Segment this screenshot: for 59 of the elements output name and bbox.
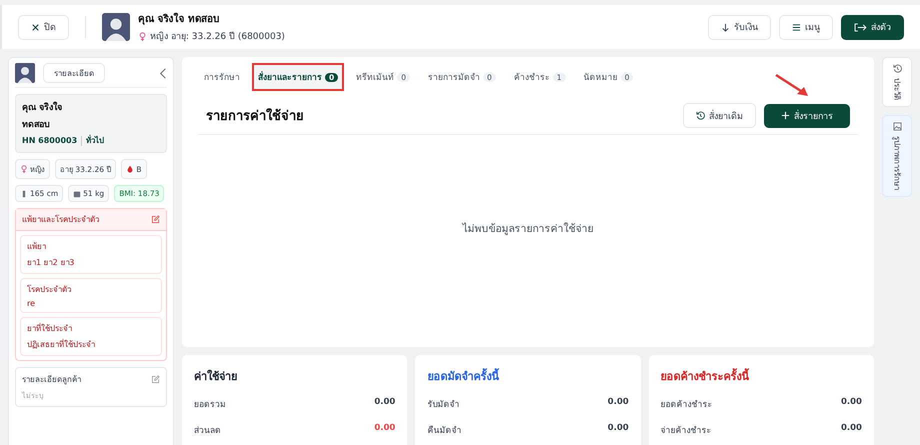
exit-arrow-icon bbox=[854, 22, 867, 32]
reorder-button[interactable]: สั่งยาเดิม bbox=[683, 103, 756, 128]
image-icon bbox=[892, 122, 902, 131]
send-button[interactable]: ส่งตัว bbox=[841, 14, 904, 40]
row-value: 0.00 bbox=[608, 423, 629, 435]
height-icon bbox=[20, 190, 28, 198]
avatar-icon bbox=[102, 13, 130, 41]
avatar-icon bbox=[15, 63, 35, 83]
allergy-title: แพ้ยาและโรคประจำตัว bbox=[22, 214, 99, 226]
add-button[interactable]: สั่งรายการ bbox=[764, 104, 850, 128]
row-value: 0.00 bbox=[374, 397, 396, 409]
item-value: re bbox=[27, 299, 36, 308]
history-icon bbox=[696, 111, 705, 120]
row-value: 0.00 bbox=[374, 423, 396, 435]
item-title: แพ้ยา bbox=[27, 241, 47, 253]
row-value: 0.00 bbox=[841, 423, 862, 435]
close-icon bbox=[31, 22, 40, 32]
row-label: รับมัดจำ bbox=[427, 399, 460, 411]
empty-message: ไม่พบข้อมูลรายการค่าใช้จ่าย bbox=[462, 222, 594, 236]
blood-drop-icon bbox=[126, 165, 134, 173]
customer-title: รายละเอียดลูกค้า bbox=[22, 374, 81, 386]
item-title: โรคประจำตัว bbox=[27, 284, 72, 296]
item-value: ยา1 ยา2 ยา3 bbox=[27, 257, 76, 269]
side-tab[interactable]: รูปภาพการรักษา bbox=[882, 115, 912, 197]
hn-number: HN 6800003 bbox=[22, 136, 78, 145]
patient-name: คุณ จริงใจ bbox=[22, 100, 64, 114]
card-title: ยอดค้างชำระครั้งนี้ bbox=[660, 367, 751, 385]
row-label: ส่วนลด bbox=[194, 425, 221, 437]
row-value: 0.00 bbox=[841, 397, 862, 409]
patient-name: คุณ จริงใจ ทดสอบ bbox=[138, 12, 220, 26]
patient-group: ทั่วไป bbox=[86, 134, 104, 147]
receive-button[interactable]: รับเงิน bbox=[708, 14, 771, 40]
edit-icon[interactable] bbox=[151, 375, 160, 384]
close-button[interactable]: ปิด bbox=[18, 14, 69, 40]
side-tab[interactable]: ประวัติ bbox=[882, 57, 912, 107]
row-label: คืนมัดจำ bbox=[427, 424, 462, 437]
item-value: ปฏิเสธยาที่ใช้ประจำ bbox=[27, 338, 96, 351]
tab[interactable]: การรักษา bbox=[198, 63, 246, 91]
details-button[interactable]: รายละเอียด bbox=[43, 63, 105, 83]
row-label: ยอดรวม bbox=[194, 399, 226, 411]
row-value: 0.00 bbox=[608, 397, 629, 409]
card-title: ยอดมัดจำครั้งนี้ bbox=[427, 367, 500, 385]
patient-name: ทดสอบ bbox=[22, 119, 51, 131]
card-title: ค่าใช้จ่าย bbox=[194, 368, 238, 385]
annotation-arrow bbox=[774, 73, 810, 97]
row-label: ยอดค้างชำระ bbox=[660, 399, 713, 411]
collapse-icon[interactable] bbox=[159, 68, 167, 78]
edit-icon[interactable] bbox=[151, 215, 160, 224]
female-icon bbox=[138, 32, 147, 40]
down-arrow-icon bbox=[721, 22, 730, 32]
menu-icon bbox=[792, 22, 801, 32]
item-title: ยาที่ใช้ประจำ bbox=[27, 322, 73, 335]
patient-info: หญิง อายุ: 33.2.26 ปี (6800003) bbox=[150, 30, 285, 43]
section-title: รายการค่าใช้จ่าย bbox=[206, 107, 304, 126]
plus-icon bbox=[781, 111, 790, 120]
menu-button[interactable]: เมนู bbox=[779, 14, 833, 40]
row-label: จ่ายค้างชำระ bbox=[660, 425, 712, 437]
female-icon bbox=[20, 165, 28, 173]
history-icon bbox=[892, 64, 902, 73]
